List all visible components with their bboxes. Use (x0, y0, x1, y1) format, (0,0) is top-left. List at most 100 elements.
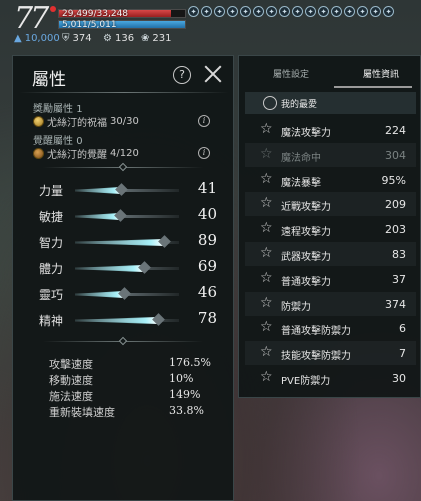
stat-bar (75, 261, 179, 274)
radio-icon (263, 96, 277, 110)
stat-value: 89 (197, 231, 217, 249)
tab-attr-info[interactable]: 屬性資訊 (363, 67, 399, 80)
sub-stat-value: 33.8% (169, 404, 204, 417)
attribute-value: 374 (385, 297, 406, 311)
attribute-value: 37 (392, 272, 406, 286)
buff-icon[interactable]: ✦ (266, 6, 277, 17)
reward-item[interactable]: 尤絲汀的祝福 30/30 (33, 114, 139, 129)
divider (43, 162, 203, 172)
buff-icon[interactable]: ✦ (214, 6, 225, 17)
awaken-item-progress: 4/120 (110, 148, 139, 159)
star-icon[interactable]: ☆ (260, 345, 273, 359)
buff-icon[interactable]: ✦ (344, 6, 355, 17)
attribute-row[interactable]: ☆ PVE防禦力 30 (245, 366, 416, 390)
stat-bar (75, 183, 179, 196)
attribute-name: 魔法暴擊 (281, 177, 321, 189)
tab-bar: 屬性設定 屬性資訊 (239, 56, 421, 90)
buff-icon[interactable]: ✦ (357, 6, 368, 17)
currency-value: 231 (152, 33, 172, 44)
attribute-name: 魔法攻擊力 (281, 128, 331, 139)
star-icon[interactable]: ☆ (260, 370, 273, 384)
stat-name: 敏捷 (39, 210, 64, 224)
stat-bar-fill (75, 187, 121, 194)
attribute-row[interactable]: ☆ 遠程攻擊力 203 (245, 217, 416, 241)
star-icon[interactable]: ☆ (260, 246, 273, 260)
star-icon[interactable]: ☆ (260, 320, 273, 334)
sub-stat-name: 移動速度 (49, 374, 93, 387)
buff-icon[interactable]: ✦ (383, 6, 394, 17)
reward-attr-label: 獎勵屬性 1 (33, 100, 83, 115)
stat-row: 敏捷 40 (39, 205, 229, 226)
favorites-toggle[interactable]: 我的最愛 (245, 92, 416, 114)
sub-stat-row: 重新裝填速度 33.8% (49, 404, 219, 419)
attribute-name: 普通攻擊防禦力 (281, 326, 351, 338)
stat-value: 41 (197, 179, 217, 197)
awaken-item[interactable]: 尤絲汀的覺醒 4/120 (33, 146, 139, 161)
stat-bar (75, 313, 179, 326)
awaken-item-name: 尤絲汀的覺醒 (47, 150, 107, 161)
sub-stat-value: 10% (169, 372, 194, 385)
sub-stat-name: 重新裝填速度 (49, 406, 115, 419)
buff-icon[interactable]: ✦ (279, 6, 290, 17)
buff-icon[interactable]: ✦ (253, 6, 264, 17)
attribute-row[interactable]: ☆ 普通攻擊力 37 (245, 267, 416, 291)
buff-icon[interactable]: ✦ (318, 6, 329, 17)
stat-value: 78 (197, 309, 217, 327)
close-button[interactable] (203, 64, 223, 84)
star-icon[interactable]: ☆ (260, 196, 273, 210)
sub-stat-name: 攻擊速度 (49, 358, 93, 371)
power-value: 10,000 (24, 33, 60, 44)
attribute-row[interactable]: ☆ 魔法攻擊力 224 (245, 118, 416, 142)
buff-icon[interactable]: ✦ (240, 6, 251, 17)
star-icon[interactable]: ☆ (260, 296, 273, 310)
buff-icon[interactable]: ✦ (188, 6, 199, 17)
power-display: ▲ 10,000 (14, 33, 60, 44)
attribute-value: 209 (385, 198, 406, 212)
favorites-label: 我的最愛 (281, 99, 318, 110)
attribute-row[interactable]: ☆ 技能攻擊防禦力 7 (245, 341, 416, 366)
attribute-name: 魔法命中 (281, 152, 321, 164)
tab-attr-settings[interactable]: 屬性設定 (273, 67, 309, 80)
attribute-row[interactable]: ☆ 近戰攻擊力 209 (245, 192, 416, 217)
currency-value: 136 (114, 33, 135, 44)
stat-bar-fill (75, 317, 159, 324)
stat-row: 靈巧 46 (39, 283, 229, 304)
sub-stat-name: 施法速度 (49, 390, 93, 403)
token-icon: ⚙ (103, 33, 112, 44)
stat-bar-fill (75, 265, 144, 272)
buff-icon[interactable]: ✦ (292, 6, 303, 17)
mp-bar: 5,011/5,011 (58, 20, 186, 30)
info-icon[interactable]: i (198, 147, 210, 159)
buff-icon[interactable]: ✦ (227, 6, 238, 17)
star-icon[interactable]: ☆ (260, 172, 273, 186)
attribute-row[interactable]: ☆ 魔法命中 304 (245, 142, 416, 167)
stat-bar (75, 209, 179, 222)
attribute-info-panel: 屬性設定 屬性資訊 我的最愛 ☆ 魔法攻擊力 224 ☆ 魔法命中 304 ☆ 魔法暴擊 95%… (238, 55, 421, 398)
attribute-name: 防禦力 (281, 301, 311, 313)
buff-icon[interactable]: ✦ (201, 6, 212, 17)
buff-list: ✦ ✦ ✦ ✦ ✦ ✦ ✦ ✦ ✦ ✦ ✦ ✦ ✦ ✦ ✦ ✦ (188, 6, 394, 17)
attribute-row[interactable]: ☆ 魔法暴擊 95% (245, 168, 416, 192)
stat-row: 體力 69 (39, 257, 229, 278)
buff-icon[interactable]: ✦ (331, 6, 342, 17)
help-button[interactable]: ? (173, 66, 191, 84)
stat-value: 69 (197, 257, 217, 275)
buff-icon[interactable]: ✦ (370, 6, 381, 17)
attribute-row[interactable]: ☆ 防禦力 374 (245, 291, 416, 316)
star-icon[interactable]: ☆ (260, 122, 273, 136)
star-icon[interactable]: ☆ (260, 271, 273, 285)
hp-bar: 29,499/33,248 (58, 9, 186, 19)
star-icon[interactable]: ☆ (260, 147, 273, 161)
mp-text: 5,011/5,011 (62, 20, 117, 30)
info-icon[interactable]: i (198, 115, 210, 127)
stat-bar-marker (114, 183, 128, 196)
currency-token: ⚙ 136 (103, 33, 134, 44)
attribute-row[interactable]: ☆ 武器攻擊力 83 (245, 242, 416, 266)
attribute-value: 30 (392, 372, 406, 385)
buff-icon[interactable]: ✦ (305, 6, 316, 17)
stat-bar-fill (75, 291, 124, 298)
attribute-row[interactable]: ☆ 普通攻擊防禦力 6 (245, 316, 416, 340)
currency-crest: ❀ 231 (141, 33, 171, 44)
stat-bar-fill (75, 239, 165, 246)
star-icon[interactable]: ☆ (260, 221, 273, 235)
